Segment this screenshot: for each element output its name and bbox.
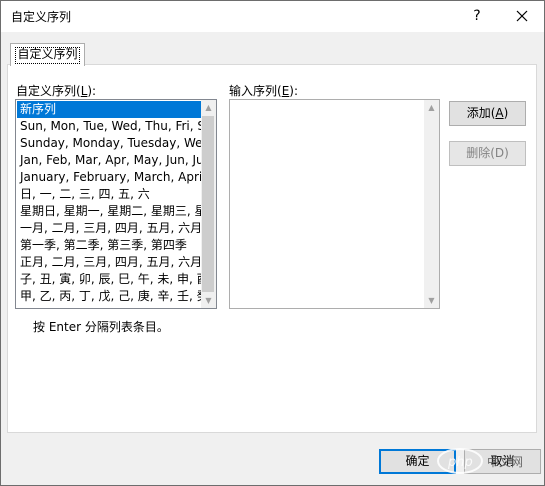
listbox-scrollbar[interactable]: ▲ ▼ bbox=[201, 100, 216, 308]
list-item[interactable]: Jan, Feb, Mar, Apr, May, Jun, Jul bbox=[17, 152, 202, 169]
list-items: 新序列 Sun, Mon, Tue, Wed, Thu, Fri, Sat Sund… bbox=[17, 101, 202, 305]
list-item[interactable]: 第一季, 第二季, 第三季, 第四季 bbox=[17, 237, 202, 254]
add-button[interactable]: 添加(A) bbox=[449, 101, 526, 126]
textarea-scrollbar[interactable]: ▲ ▼ bbox=[424, 100, 439, 308]
custom-lists-label: 自定义序列(L): bbox=[16, 84, 97, 98]
close-icon bbox=[516, 10, 528, 22]
scroll-down-arrow-icon[interactable]: ▼ bbox=[201, 293, 216, 308]
title-bar: 自定义序列 ? bbox=[1, 1, 544, 32]
focus-rect bbox=[15, 47, 80, 64]
list-item[interactable]: 一月, 二月, 三月, 四月, 五月, 六月 bbox=[17, 220, 202, 237]
scroll-thumb[interactable] bbox=[202, 116, 214, 292]
list-item[interactable]: 新序列 bbox=[17, 101, 202, 118]
list-item[interactable]: 正月, 二月, 三月, 四月, 五月, 六月 bbox=[17, 254, 202, 271]
ok-button[interactable]: 确定 bbox=[379, 449, 456, 474]
list-item[interactable]: Sunday, Monday, Tuesday, Wednesday bbox=[17, 135, 202, 152]
list-item[interactable]: 日, 一, 二, 三, 四, 五, 六 bbox=[17, 186, 202, 203]
scroll-up-arrow-icon[interactable]: ▲ bbox=[424, 100, 439, 115]
delete-button[interactable]: 删除(D) bbox=[449, 141, 526, 166]
list-entries-textarea[interactable]: ▲ ▼ bbox=[229, 99, 440, 309]
list-item[interactable]: January, February, March, April bbox=[17, 169, 202, 186]
cancel-button[interactable]: 取消 bbox=[464, 449, 541, 474]
list-item[interactable]: Sun, Mon, Tue, Wed, Thu, Fri, Sat bbox=[17, 118, 202, 135]
scroll-down-arrow-icon[interactable]: ▼ bbox=[424, 293, 439, 308]
help-button[interactable]: ? bbox=[465, 5, 489, 27]
hint-text: 按 Enter 分隔列表条目。 bbox=[33, 320, 169, 334]
custom-lists-listbox[interactable]: 新序列 Sun, Mon, Tue, Wed, Thu, Fri, Sat Sund… bbox=[15, 99, 217, 309]
list-item[interactable]: 甲, 乙, 丙, 丁, 戊, 己, 庚, 辛, 壬, 癸 bbox=[17, 288, 202, 305]
window-title: 自定义序列 bbox=[11, 10, 72, 24]
list-entries-label: 输入序列(E): bbox=[229, 84, 299, 98]
question-mark-icon: ? bbox=[473, 8, 481, 24]
list-item[interactable]: 子, 丑, 寅, 卯, 辰, 巳, 午, 未, 申, 酉 bbox=[17, 271, 202, 288]
list-item[interactable]: 星期日, 星期一, 星期二, 星期三, 星期四 bbox=[17, 203, 202, 220]
close-button[interactable] bbox=[509, 5, 535, 27]
tab-custom-lists[interactable]: 自定义序列 bbox=[10, 43, 85, 66]
scroll-up-arrow-icon[interactable]: ▲ bbox=[201, 100, 216, 115]
